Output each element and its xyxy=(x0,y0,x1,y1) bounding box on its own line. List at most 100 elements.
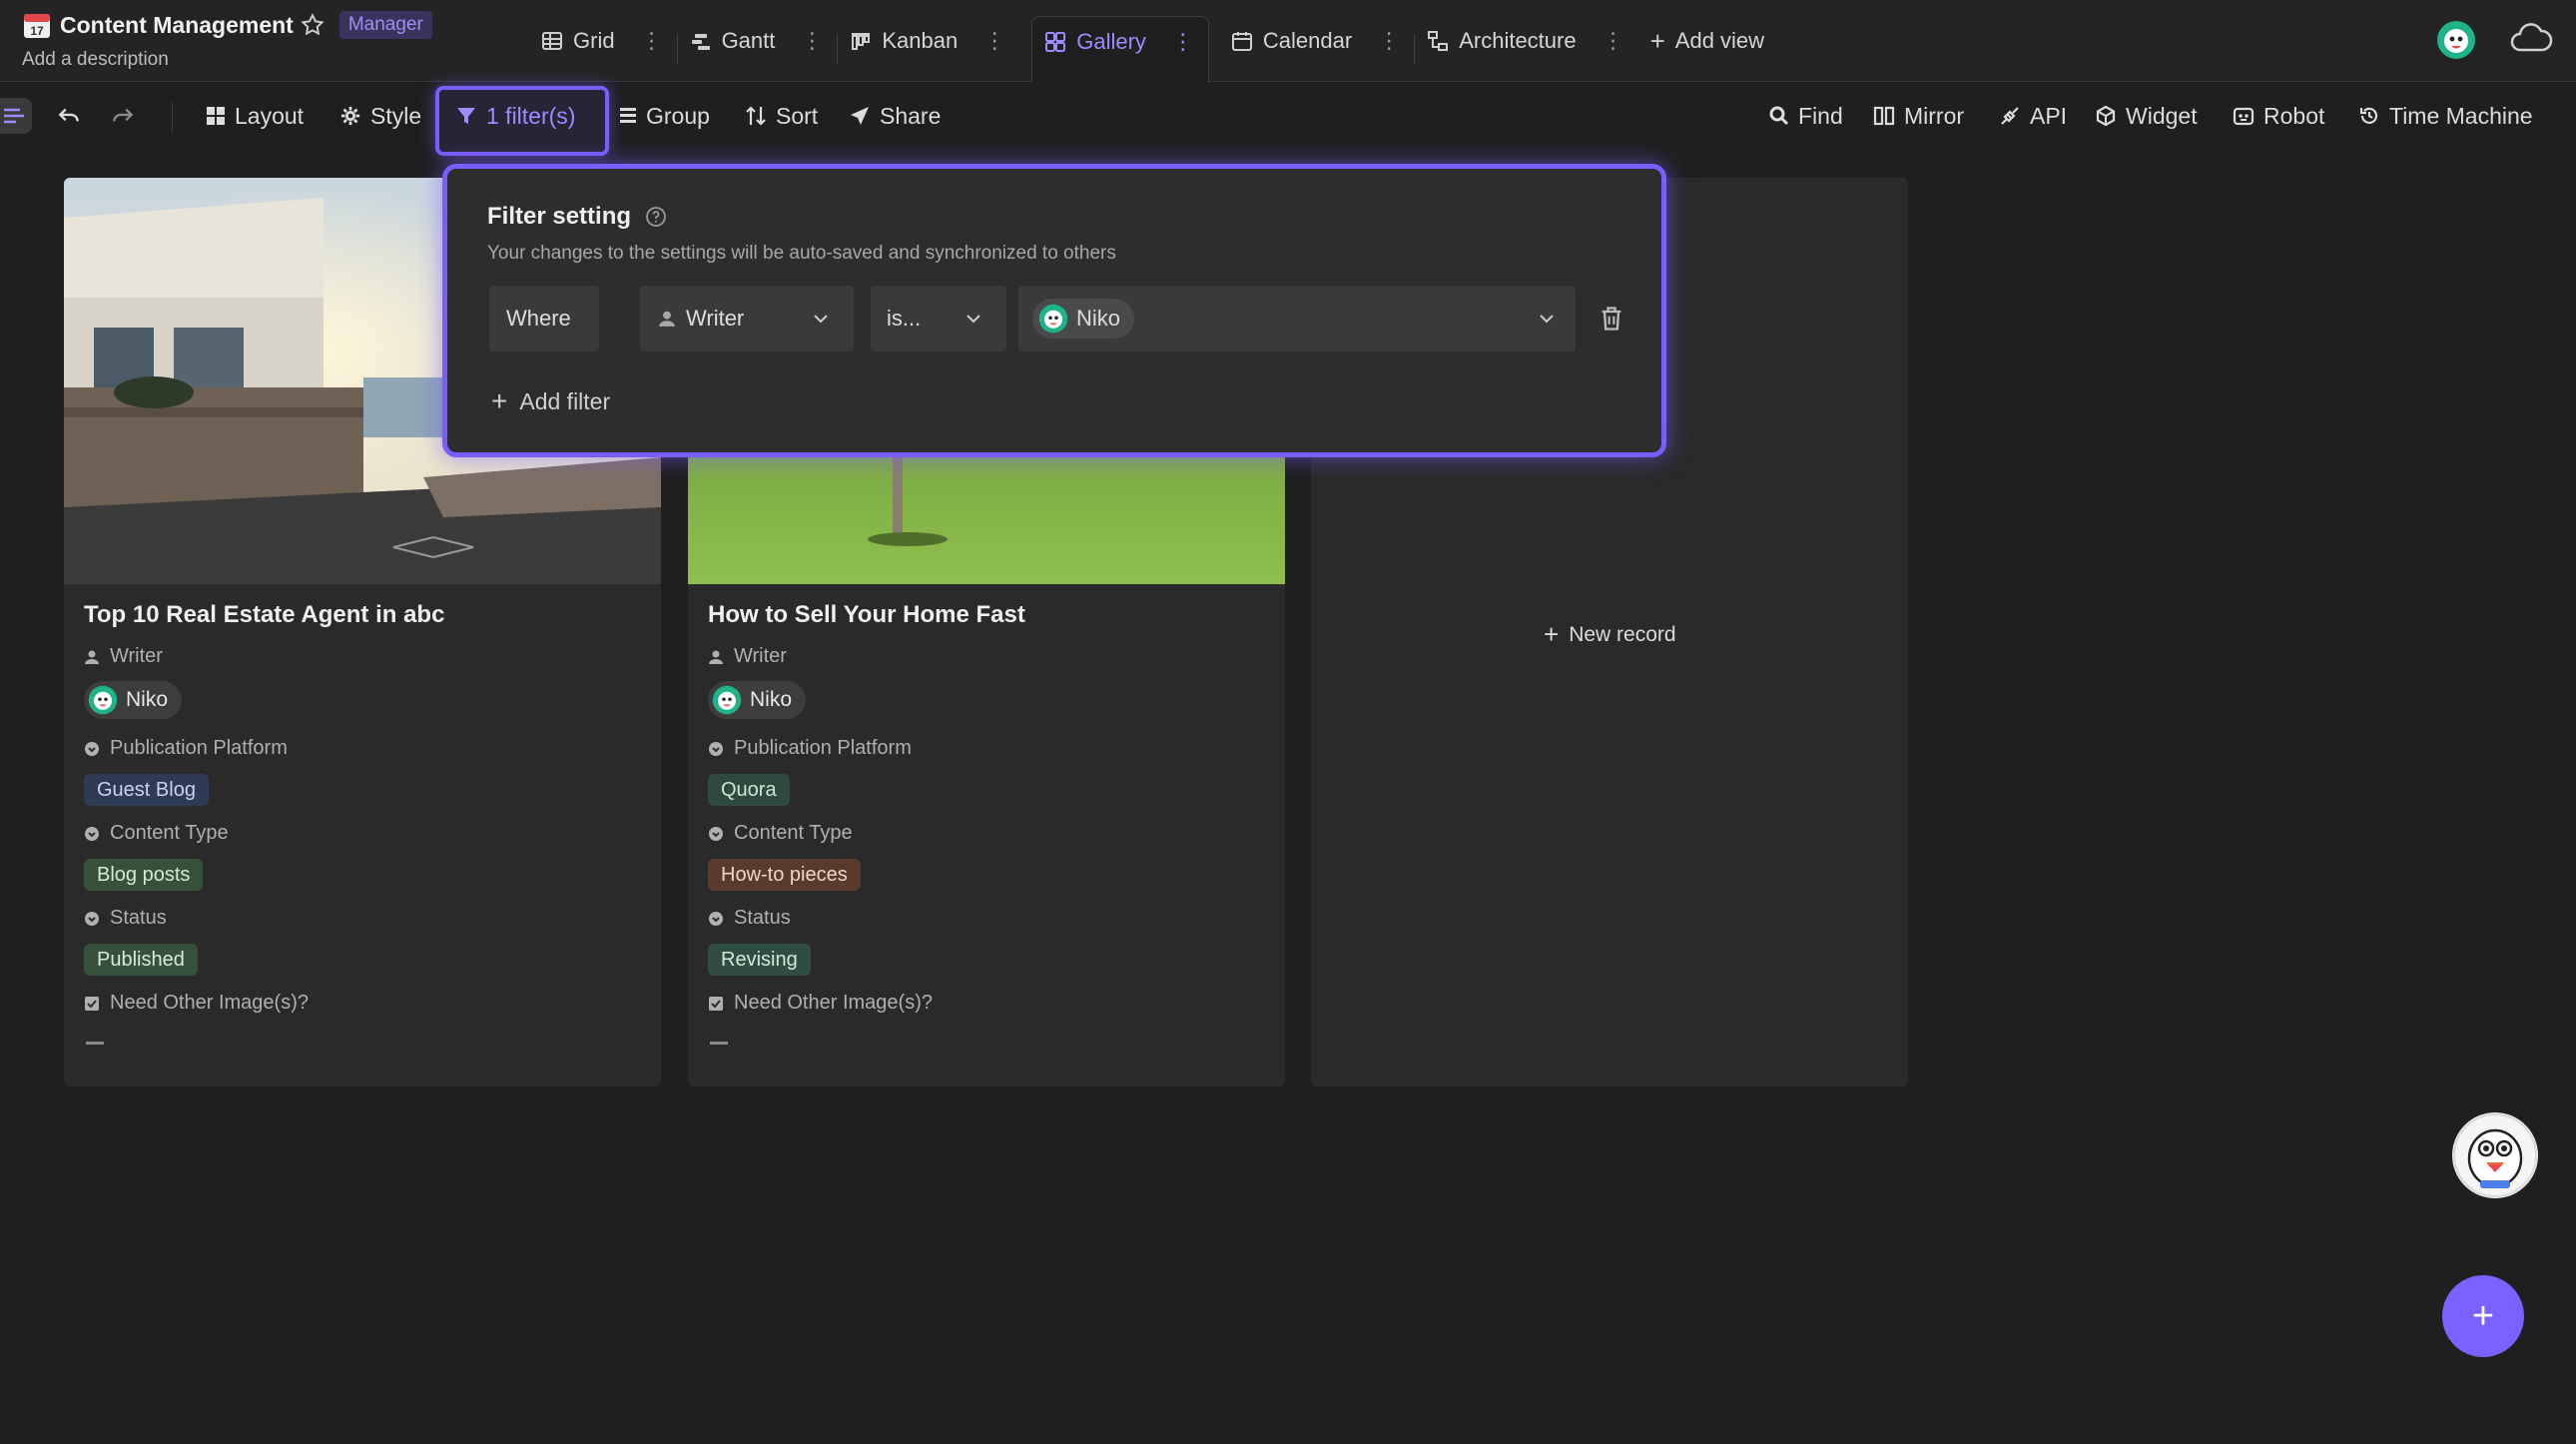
tab-label: Gantt xyxy=(721,28,776,53)
tab-kanban[interactable]: Kanban ⋮ xyxy=(838,16,1019,82)
field-label-writer: Writer xyxy=(708,645,787,668)
group-icon xyxy=(619,106,637,126)
filter-label: 1 filter(s) xyxy=(486,102,576,129)
more-vertical-icon[interactable]: ⋮ xyxy=(1378,28,1400,54)
time-machine-label: Time Machine xyxy=(2389,102,2533,129)
description-field[interactable]: Add a description xyxy=(22,49,169,71)
tab-gallery[interactable]: Gallery ⋮ xyxy=(1031,16,1209,83)
grid-icon xyxy=(541,30,563,52)
writer-chip[interactable]: Niko xyxy=(84,681,183,719)
chevron-down-icon xyxy=(965,310,982,328)
layout-icon xyxy=(206,106,226,126)
more-vertical-icon[interactable]: ⋮ xyxy=(983,28,1005,54)
more-vertical-icon[interactable]: ⋮ xyxy=(1603,28,1624,54)
page-title: Content Management xyxy=(60,11,294,38)
card-title: How to Sell Your Home Fast xyxy=(708,601,1025,628)
app-header: 17 Content Management Manager Add a desc… xyxy=(0,0,2576,83)
style-label: Style xyxy=(370,102,422,129)
field-label-status: Status xyxy=(84,907,167,930)
platform-tag: Guest Blog xyxy=(84,774,209,806)
title-row: 17 Content Management Manager xyxy=(22,10,432,40)
svg-text:17: 17 xyxy=(30,24,44,38)
time-machine-button[interactable]: Time Machine xyxy=(2358,84,2533,148)
redo-button[interactable] xyxy=(110,84,136,148)
more-vertical-icon[interactable]: ⋮ xyxy=(801,28,823,54)
filter-value-select[interactable]: Niko xyxy=(1018,286,1576,352)
tab-calendar[interactable]: Calendar ⋮ xyxy=(1219,16,1414,82)
writer-chip[interactable]: Niko xyxy=(708,681,807,719)
gear-icon xyxy=(339,105,361,127)
tab-grid[interactable]: Grid ⋮ xyxy=(529,16,677,82)
status-badge: Revising xyxy=(708,944,811,976)
layout-button[interactable]: Layout xyxy=(206,84,304,148)
plus-icon: + xyxy=(2471,1294,2495,1337)
find-label: Find xyxy=(1798,102,1843,129)
tab-label: Grid xyxy=(573,28,615,53)
sort-icon xyxy=(745,105,767,127)
empty-value-dash xyxy=(710,1042,728,1045)
value-chip[interactable]: Niko xyxy=(1032,299,1135,339)
cloud-icon[interactable] xyxy=(2508,22,2554,58)
filter-icon xyxy=(455,105,477,127)
add-fab-button[interactable]: + xyxy=(2442,1275,2524,1357)
field-label-writer: Writer xyxy=(84,645,163,668)
style-button[interactable]: Style xyxy=(339,84,421,148)
trash-icon[interactable] xyxy=(1599,305,1624,333)
filter-operator-select[interactable]: is... xyxy=(871,286,1006,352)
content-type-tag: How-to pieces xyxy=(708,859,861,891)
assistant-mascot-button[interactable] xyxy=(2452,1112,2538,1198)
tab-gantt[interactable]: Gantt ⋮ xyxy=(678,16,838,82)
api-button[interactable]: API xyxy=(1999,84,2067,148)
share-label: Share xyxy=(880,102,942,129)
filter-field-select[interactable]: Writer xyxy=(640,286,854,352)
sort-button[interactable]: Sort xyxy=(745,84,818,148)
add-view-button[interactable]: + Add view xyxy=(1638,16,1778,82)
field-label-platform: Publication Platform xyxy=(84,737,288,760)
api-label: API xyxy=(2030,102,2068,129)
status-badge: Published xyxy=(84,944,198,976)
user-avatar[interactable] xyxy=(2436,20,2476,60)
more-vertical-icon[interactable]: ⋮ xyxy=(641,28,663,54)
avatar xyxy=(712,685,742,715)
single-select-icon xyxy=(709,911,723,926)
field-label-content-type: Content Type xyxy=(84,822,229,845)
robot-button[interactable]: Robot xyxy=(2233,84,2324,148)
gantt-icon xyxy=(690,30,712,52)
view-tabs: Grid ⋮ Gantt ⋮ Kanban ⋮ Gallery ⋮ Calend… xyxy=(529,16,1778,83)
add-filter-button[interactable]: + Add filter xyxy=(491,385,610,417)
mirror-icon xyxy=(1873,105,1895,127)
widget-button[interactable]: Widget xyxy=(2095,84,2198,148)
platform-tag: Quora xyxy=(708,774,790,806)
gallery-icon xyxy=(1044,31,1066,53)
mirror-button[interactable]: Mirror xyxy=(1873,84,1964,148)
undo-button[interactable] xyxy=(56,84,82,148)
layout-label: Layout xyxy=(235,102,305,129)
widget-label: Widget xyxy=(2126,102,2198,129)
share-button[interactable]: Share xyxy=(849,84,941,148)
field-label-need-images: Need Other Image(s)? xyxy=(708,992,933,1015)
tab-label: Gallery xyxy=(1076,29,1146,54)
where-label: Where xyxy=(489,286,599,352)
user-icon xyxy=(659,311,675,327)
tab-label: Architecture xyxy=(1459,28,1577,53)
tab-architecture[interactable]: Architecture ⋮ xyxy=(1415,16,1637,82)
filter-setting-popup: Filter setting Your changes to the setti… xyxy=(442,164,1666,457)
star-icon[interactable] xyxy=(300,12,325,38)
user-icon xyxy=(709,650,723,664)
popup-subtitle: Your changes to the settings will be aut… xyxy=(487,243,1116,264)
checkbox-icon xyxy=(85,996,99,1011)
single-select-icon xyxy=(85,741,99,756)
add-view-label: Add view xyxy=(1674,28,1765,53)
find-button[interactable]: Find xyxy=(1769,84,1843,148)
popup-title: Filter setting xyxy=(487,203,667,231)
sort-label: Sort xyxy=(776,102,819,129)
chevron-down-icon xyxy=(1538,310,1556,328)
help-icon[interactable] xyxy=(645,206,667,228)
more-vertical-icon[interactable]: ⋮ xyxy=(1172,29,1194,55)
new-record-button[interactable]: + New record xyxy=(1544,619,1676,650)
plus-icon: + xyxy=(1649,25,1665,56)
filter-button[interactable]: 1 filter(s) xyxy=(455,84,575,148)
group-button[interactable]: Group xyxy=(619,84,710,148)
field-label-platform: Publication Platform xyxy=(708,737,912,760)
sidebar-toggle-button[interactable] xyxy=(0,98,32,134)
